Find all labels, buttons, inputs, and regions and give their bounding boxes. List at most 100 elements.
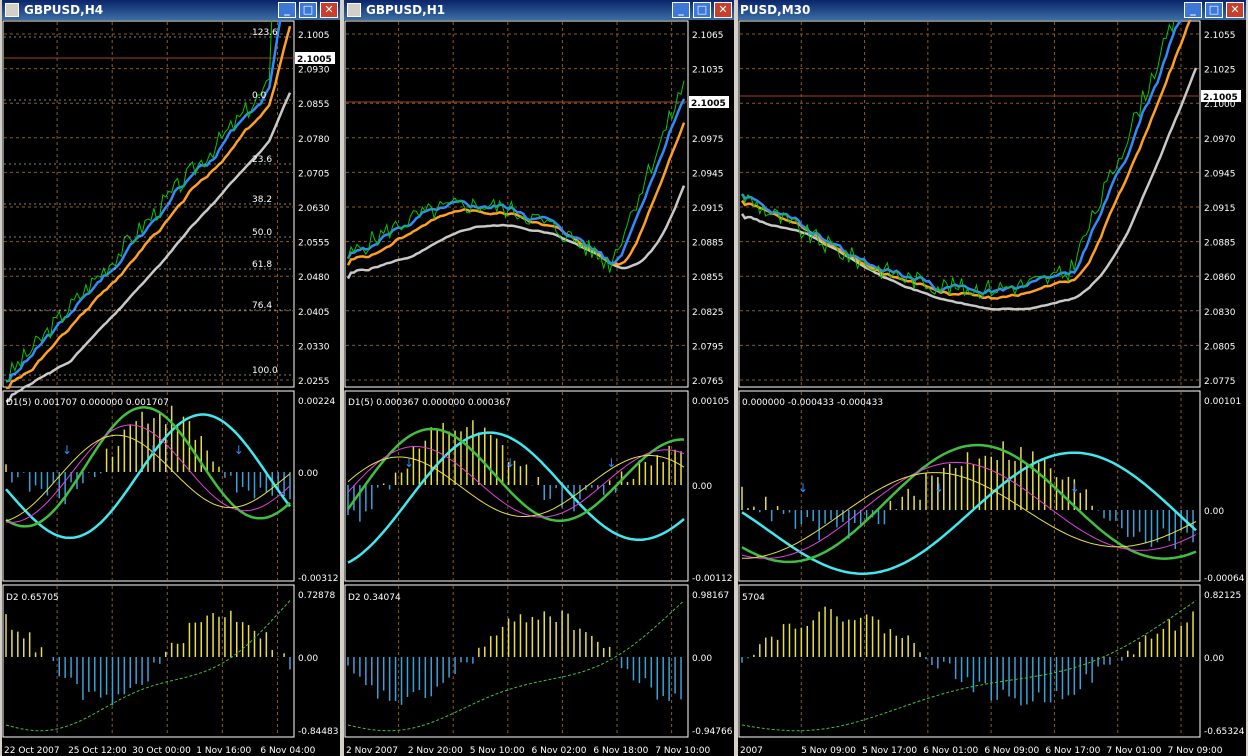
time-axis-label: 1 Nov 16:00 [196,746,251,756]
window-title: GBPUSD,H4 [24,3,104,17]
maximize-button[interactable]: □ [299,2,317,18]
title-bar[interactable]: GBPUSD,H1 _ □ ✕ [344,0,734,20]
title-bar[interactable]: PUSD,M30 _ □ ✕ [738,0,1246,20]
divergence-arrow-down-icon: ↓ [505,456,515,470]
d2-indicator-header: D2 0.65705 [6,593,59,603]
divergence-arrow-down-icon: ↓ [234,443,244,457]
moving-average-slow [740,67,1198,311]
moving-average-mid [740,20,1192,300]
d1-indicator-header: D1(5) 0.000367 0.000000 0.000367 [348,398,511,408]
price-axis-label: 2.1025 [1204,66,1236,76]
price-axis-label: 2.0255 [298,377,330,387]
d1-scale-max: 0.00101 [1204,397,1241,407]
current-price-label: 2.1005 [691,99,726,109]
price-axis-label: 2.0630 [298,204,330,214]
price-axis-label: 2.0885 [692,239,724,249]
price-axis-label: 2.0825 [692,308,724,318]
pane-frame [344,584,689,738]
current-price-label: 2.1005 [297,55,332,65]
close-button[interactable]: ✕ [320,2,338,18]
time-axis-label: 6 Nov 01:00 [923,746,978,756]
time-axis-label: 5 Nov 17:00 [862,746,917,756]
time-axis-label: 6 Nov 09:00 [984,746,1039,756]
chart-window-icon [347,3,361,17]
time-axis-label: 7 Nov 10:00 [655,746,710,756]
maximize-button[interactable]: □ [1205,2,1223,18]
chart-window-gbpusd-h4[interactable]: GBPUSD,H4 _ □ ✕ 2.1005 2.0930 2.0855 2.0780… [0,0,342,756]
chart-window-gbpusd-m30[interactable]: PUSD,M30 _ □ ✕ 2.1055 2.1025 2.1000 2.0970 2… [736,0,1248,756]
pane-frame [2,390,295,582]
price-axis-label: 2.0885 [1204,239,1236,249]
divergence-arrow-down-icon: ↓ [148,443,158,457]
d1-scale-max: 0.00105 [692,397,729,407]
minimize-button[interactable]: _ [1184,2,1202,18]
pane-frame [344,390,689,582]
chart-area[interactable]: 2.10552.10252.10002.09702.09452.09152.08… [738,20,1246,756]
d1-scale-min: -0.00064 [1204,574,1245,584]
price-axis-label: 2.1065 [692,31,724,41]
price-line [5,20,273,382]
price-axis-label: 2.0975 [692,135,724,145]
d2-scale-zero: 0.00 [1204,654,1224,664]
chart-area[interactable]: 2.1065 2.1035 2.1005 2.0975 2.0945 2.0915 2.08… [344,20,734,756]
fibonacci-level-label: 123.6 [252,28,278,38]
price-axis-label: 2.0775 [1204,377,1236,387]
time-axis-label: 5 Nov 10:00 [470,746,525,756]
fibonacci-level-label: 100.0 [252,366,278,376]
price-axis-label: 2.0945 [692,169,724,179]
price-line [741,20,1175,299]
close-button[interactable]: ✕ [1226,2,1244,18]
fibonacci-level-label: 0.0 [252,91,267,101]
moving-average-fast [5,20,282,383]
price-axis-label: 2.1035 [692,66,724,76]
d2-scale-zero: 0.00 [298,654,318,664]
divergence-arrow-down-icon: ↓ [934,481,944,495]
chart-area[interactable]: 2.10052.09302.08552.07802.07052.06302.05… [2,20,340,756]
price-axis-label: 2.1005 [298,31,330,41]
time-axis-label: 6 Nov 02:00 [532,746,587,756]
divergence-arrow-down-icon: ↓ [1070,481,1080,495]
time-axis-label: 2007 [740,746,763,756]
window-title: PUSD,M30 [740,3,811,17]
price-axis-label: 2.0860 [1204,273,1236,283]
chart-window-gbpusd-h1[interactable]: GBPUSD,H1 _ □ ✕ 2.1065 2.1035 2.1005 2.0975… [342,0,736,756]
price-axis-label: 2.0915 [1204,204,1236,214]
price-line [347,80,685,273]
title-bar[interactable]: GBPUSD,H4 _ □ ✕ [2,0,340,20]
divergence-arrow-down-icon: ↓ [798,481,808,495]
d2-scale-min: -0.84483 [298,727,338,737]
divergence-arrow-down-icon: ↓ [62,443,72,457]
window-title: GBPUSD,H1 [366,3,446,17]
d1-scale-min: -0.00312 [298,574,338,584]
fibonacci-level-label: 76.4 [252,301,272,311]
minimize-button[interactable]: _ [672,2,690,18]
close-button[interactable]: ✕ [714,2,732,18]
price-axis-label: 2.0970 [1204,135,1236,145]
moving-average-fast [740,20,1182,296]
divergence-arrow-down-icon: ↓ [606,456,616,470]
time-axis-label: 6 Nov 18:00 [593,746,648,756]
price-axis-label: 2.0555 [298,239,330,249]
maximize-button[interactable]: □ [693,2,711,18]
d2-indicator-header: D2 0.34074 [348,593,401,603]
divergence-arrow-down-icon: ↓ [404,456,414,470]
current-price-label: 2.1005 [1203,93,1238,103]
pane-frame [344,20,689,388]
price-axis-label: 2.0480 [298,273,330,283]
price-axis-label: 2.0330 [298,342,330,352]
d2-scale-min: -0.94766 [692,727,733,737]
price-axis-label: 2.1055 [1204,31,1236,41]
price-axis-label: 2.0765 [692,377,724,387]
time-axis-label: 2 Nov 2007 [346,746,398,756]
moving-average-slow [5,92,292,403]
price-axis-label: 2.0830 [1204,308,1236,318]
oscillator-line-green [741,443,1197,564]
pane-frame [738,20,1201,388]
price-axis-label: 2.0805 [1204,342,1236,352]
price-axis-label: 2.0930 [298,66,330,76]
d1-scale-zero: 0.00 [1204,507,1224,517]
fibonacci-level-label: 38.2 [252,195,272,205]
minimize-button[interactable]: _ [278,2,296,18]
d2-scale-zero: 0.00 [692,654,712,664]
fibonacci-level-label: 23.6 [252,155,272,165]
